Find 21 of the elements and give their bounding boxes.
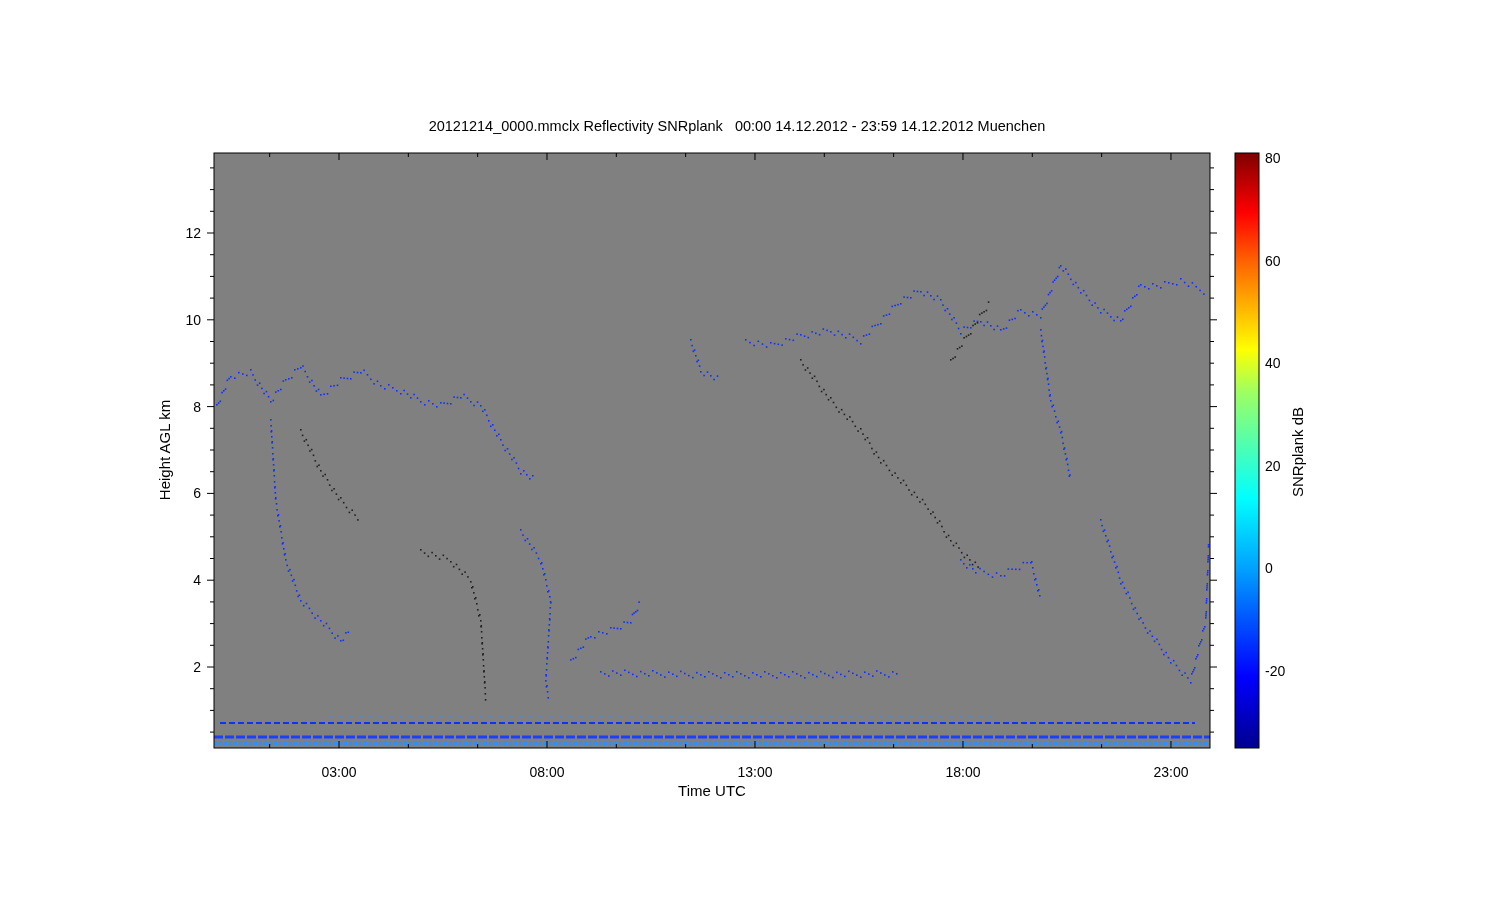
tick-label: 18:00 [945,764,981,780]
tick-label: 6 [193,485,201,502]
tick-label: 08:00 [529,764,565,780]
tick-label: 2 [193,659,201,675]
tick-label: 8 [193,398,201,415]
tick-label: 4 [193,572,201,589]
tick-label: -20 [1265,663,1286,679]
tick-label: 13:00 [737,764,773,780]
tick-label: 60 [1265,252,1281,269]
axis-label: Time UTC [678,782,746,799]
axis-label: Height AGL km [156,399,173,501]
axis-label: SNRplank dB [1289,407,1306,497]
tick-label: 20 [1265,457,1281,474]
tick-label: 23:00 [1153,764,1189,780]
tick-label: 12 [185,225,201,241]
tick-label: 03:00 [321,764,357,780]
tick-label: 80 [1265,150,1281,166]
tick-label: 10 [185,311,201,328]
plot-title: 20121214_0000.mmclx Reflectivity SNRplank 00:00 14.12.2012 - 23:59 14.12.2012 Muenchen [428,118,1046,134]
tick-label: 40 [1265,355,1281,372]
tick-label: 0 [1265,560,1273,577]
